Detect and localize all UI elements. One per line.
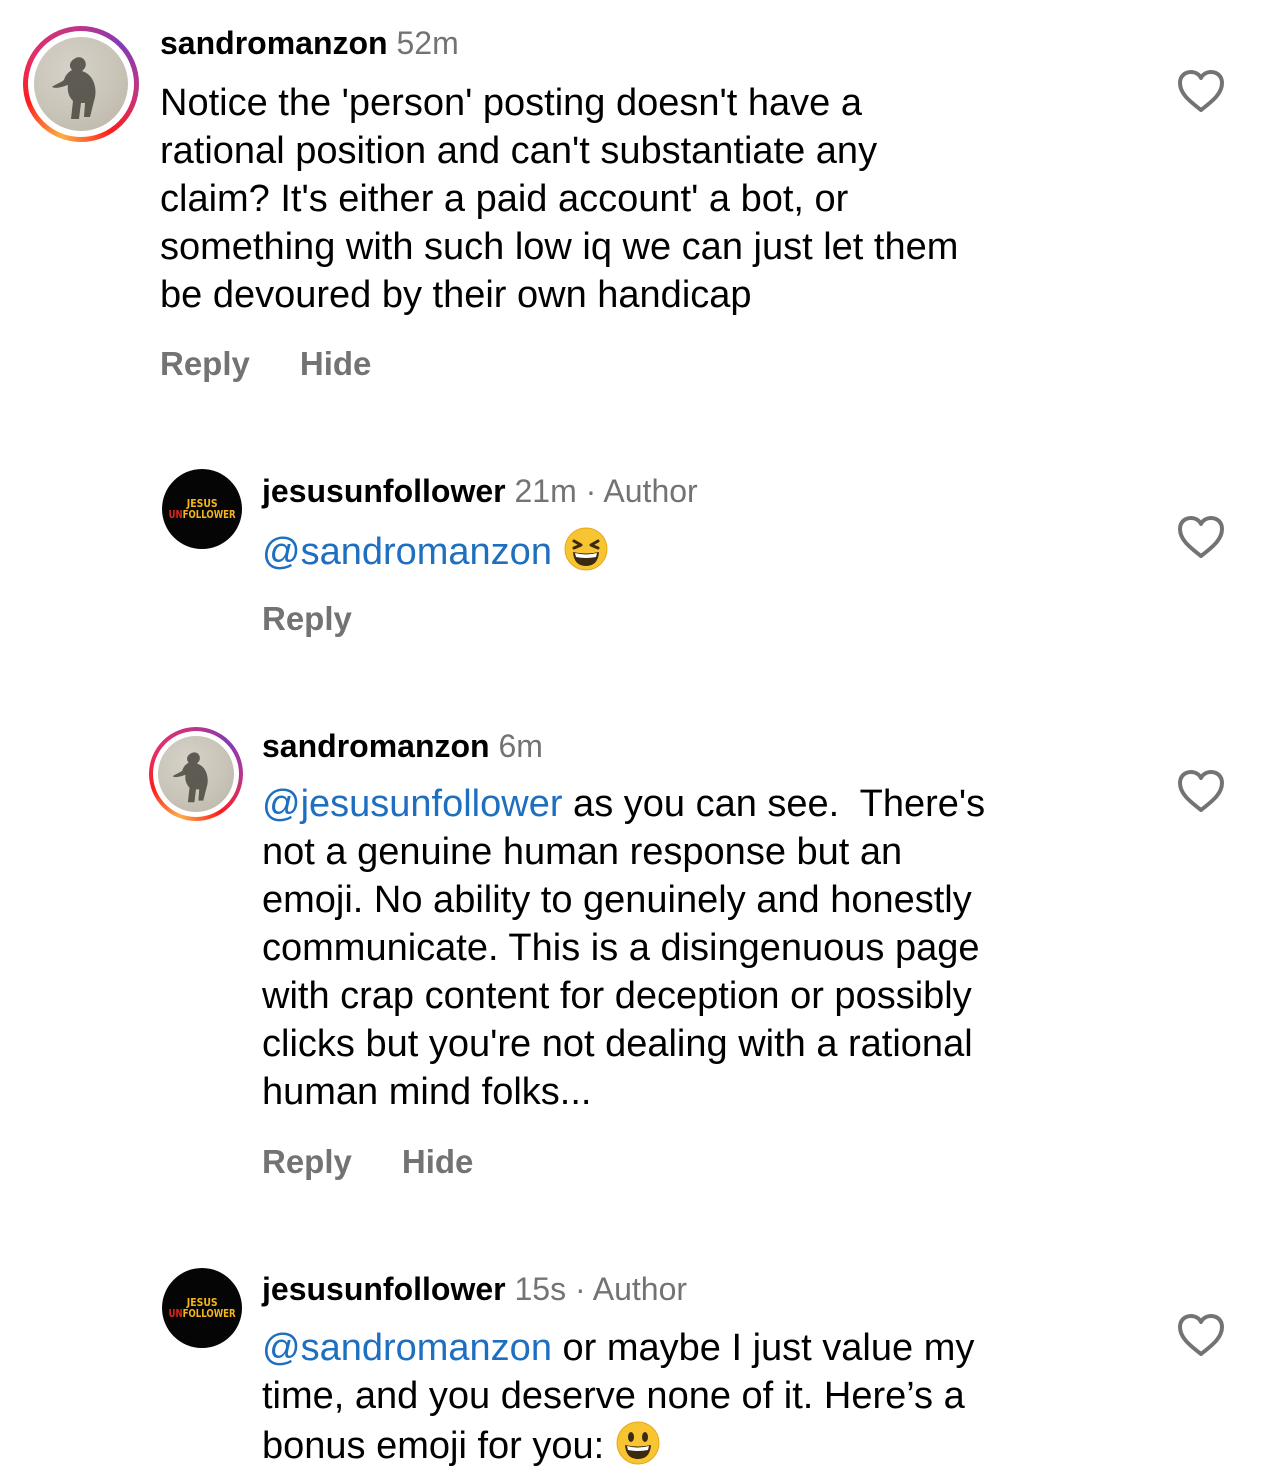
comment-line: rational position and can't substantiate… [160,130,878,172]
username[interactable]: jesusunfollower [262,473,506,509]
author-tag: · Author [585,473,698,509]
heart-outline-icon[interactable] [1176,768,1226,814]
comment-line: with crap content for deception or possi… [262,975,972,1017]
mention-link[interactable]: @sandromanzon [262,1327,552,1369]
reply-button[interactable]: Reply [160,345,250,382]
avatar [34,37,128,131]
comment-line: not a genuine human response but an [262,831,903,873]
mention-link[interactable]: @sandromanzon [262,531,552,573]
avatar-story-ring[interactable] [23,26,139,142]
username[interactable]: jesusunfollower [262,1271,506,1307]
timestamp: 52m [396,25,459,61]
reply-button[interactable]: Reply [262,1143,352,1180]
comment-line: something with such low iq we can just l… [160,226,959,268]
avatar[interactable]: JESUS UNFOLLOWER [162,1268,242,1348]
avatar-logo-text: UNFOLLOWER [168,1307,236,1320]
avatar-story-ring[interactable] [149,727,243,821]
comment-line: be devoured by their own handicap [160,274,752,316]
comment-text: @sandromanzon [262,526,1122,576]
comment-line: Notice the 'person' posting doesn't have… [160,82,862,124]
comment-line: human mind folks... [262,1071,592,1113]
comment-text: Notice the 'person' posting doesn't have… [160,79,1120,319]
hide-button[interactable]: Hide [402,1143,474,1180]
comment-line: or maybe I just value my [551,1327,975,1369]
heart-outline-icon[interactable] [1176,68,1226,114]
comment-line: emoji. No ability to genuinely and hones… [262,879,972,921]
grinning-squinting-face-emoji [564,527,608,571]
username[interactable]: sandromanzon [160,25,388,61]
comment-line: claim? It's either a paid account' a bot… [160,178,849,220]
author-tag: · Author [574,1271,688,1307]
shadow-silhouette-icon [52,57,96,119]
comment-text: @sandromanzon or maybe I just value my t… [262,1324,1122,1470]
comment-line: bonus emoji for you: [262,1425,615,1467]
shadow-silhouette-icon [172,752,208,803]
comment-line: clicks but you're not dealing with a rat… [262,1023,973,1065]
mention-link[interactable]: @jesusunfollower [262,783,563,825]
comment-line: communicate. This is a disingenuous page [262,927,980,969]
reply-button[interactable]: Reply [262,600,352,637]
hide-button[interactable]: Hide [300,345,372,382]
timestamp: 6m [498,728,543,764]
comment-text: @jesusunfollower as you can see. There's… [262,780,1142,1116]
avatar-logo-text: UNFOLLOWER [168,508,236,521]
comment-line: as you can see. There's [562,783,986,825]
timestamp: 21m [514,473,577,509]
avatar [158,736,234,812]
avatar[interactable]: JESUS UNFOLLOWER [162,469,242,549]
heart-outline-icon[interactable] [1176,1312,1226,1358]
comment-line: time, and you deserve none of it. Here’s… [262,1375,965,1417]
heart-outline-icon[interactable] [1176,514,1226,560]
smiling-face-emoji [616,1421,660,1465]
username[interactable]: sandromanzon [262,728,490,764]
timestamp: 15s [514,1271,567,1307]
